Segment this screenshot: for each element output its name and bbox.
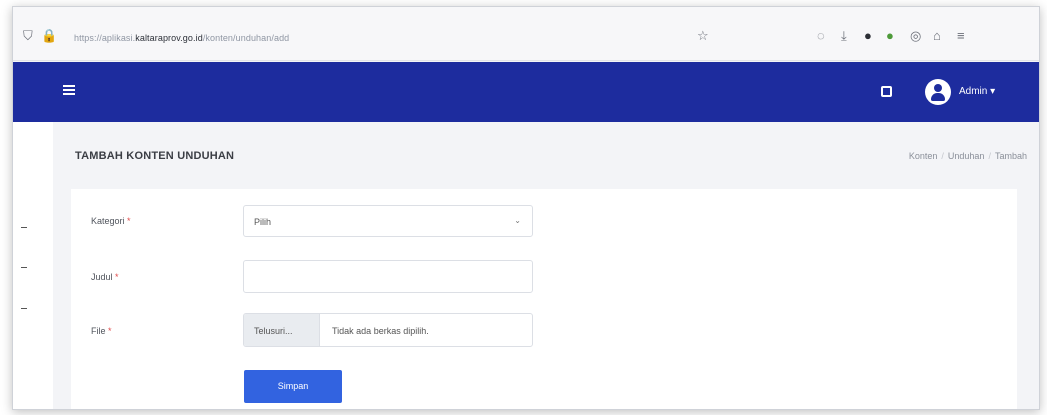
file-status-text: Tidak ada berkas dipilih. (332, 326, 429, 336)
chevron-down-icon: ▾ (990, 86, 996, 97)
save-button[interactable]: Simpan (244, 370, 342, 403)
pocket-icon[interactable]: ◌ (817, 29, 825, 43)
file-input[interactable]: Telusuri... Tidak ada berkas dipilih. (243, 313, 533, 347)
breadcrumb-item-tambah: Tambah (994, 151, 1027, 161)
judul-label: Judul * (91, 272, 119, 282)
kategori-label-text: Kategori (91, 216, 125, 226)
judul-label-text: Judul (91, 272, 113, 282)
page-title: TAMBAH KONTEN UNDUHAN (75, 150, 235, 162)
breadcrumb-separator: / (988, 151, 991, 161)
file-browse-button[interactable]: Telusuri... (244, 314, 320, 346)
judul-input[interactable] (243, 260, 533, 293)
url-path: /konten/unduhan/add (202, 33, 290, 43)
download-icon[interactable]: ⤓ (841, 29, 847, 43)
top-navbar: Admin ▾ (13, 62, 1039, 122)
url-domain: kaltaraprov.go.id (135, 33, 203, 43)
required-mark: * (115, 272, 119, 282)
kategori-selected-value: Pilih (254, 217, 272, 227)
fullscreen-icon[interactable] (881, 86, 892, 97)
menu-icon[interactable]: ≡ (957, 29, 965, 43)
breadcrumb-item-unduhan[interactable]: Unduhan (948, 151, 985, 161)
home-icon[interactable]: ⌂ (933, 29, 941, 43)
required-mark: * (127, 216, 131, 226)
extension-dark-icon[interactable]: ● (864, 29, 872, 43)
user-menu[interactable]: Admin ▾ (959, 86, 995, 97)
sidebar-item[interactable] (21, 267, 27, 268)
user-name: Admin (959, 86, 988, 97)
shield-icon[interactable]: ⛉ (23, 29, 33, 43)
form-card: Kategori * Pilih ⌄ Judul * File * Telusu… (71, 189, 1017, 409)
extension-green-icon[interactable]: ● (886, 29, 894, 43)
url-prefix: https://aplikasi. (74, 33, 136, 43)
kategori-label: Kategori * (91, 216, 131, 226)
sidebar-item[interactable] (21, 227, 27, 228)
breadcrumb: Konten / Unduhan / Tambah (909, 151, 1027, 161)
kategori-select[interactable]: Pilih ⌄ (243, 205, 533, 237)
avatar-icon[interactable] (925, 79, 951, 105)
hamburger-icon[interactable] (63, 85, 75, 95)
file-label-text: File (91, 326, 106, 336)
extension-icon[interactable]: ◎ (910, 29, 921, 43)
sidebar-item[interactable] (21, 308, 27, 309)
sidebar (13, 122, 53, 409)
required-mark: * (108, 326, 112, 336)
address-bar[interactable]: https://aplikasi.kaltaraprov.go.id/konte… (74, 33, 289, 43)
browser-toolbar: ⛉ 🔒 https://aplikasi.kaltaraprov.go.id/k… (13, 7, 1039, 61)
breadcrumb-item-konten[interactable]: Konten (909, 151, 938, 161)
file-label: File * (91, 326, 112, 336)
lock-icon[interactable]: 🔒 (41, 29, 57, 43)
breadcrumb-separator: / (941, 151, 944, 161)
star-icon[interactable]: ☆ (697, 29, 709, 43)
browser-window: ⛉ 🔒 https://aplikasi.kaltaraprov.go.id/k… (12, 6, 1040, 410)
chevron-down-icon: ⌄ (514, 216, 521, 225)
page-header: TAMBAH KONTEN UNDUHAN Konten / Unduhan / Tam… (53, 122, 1039, 180)
